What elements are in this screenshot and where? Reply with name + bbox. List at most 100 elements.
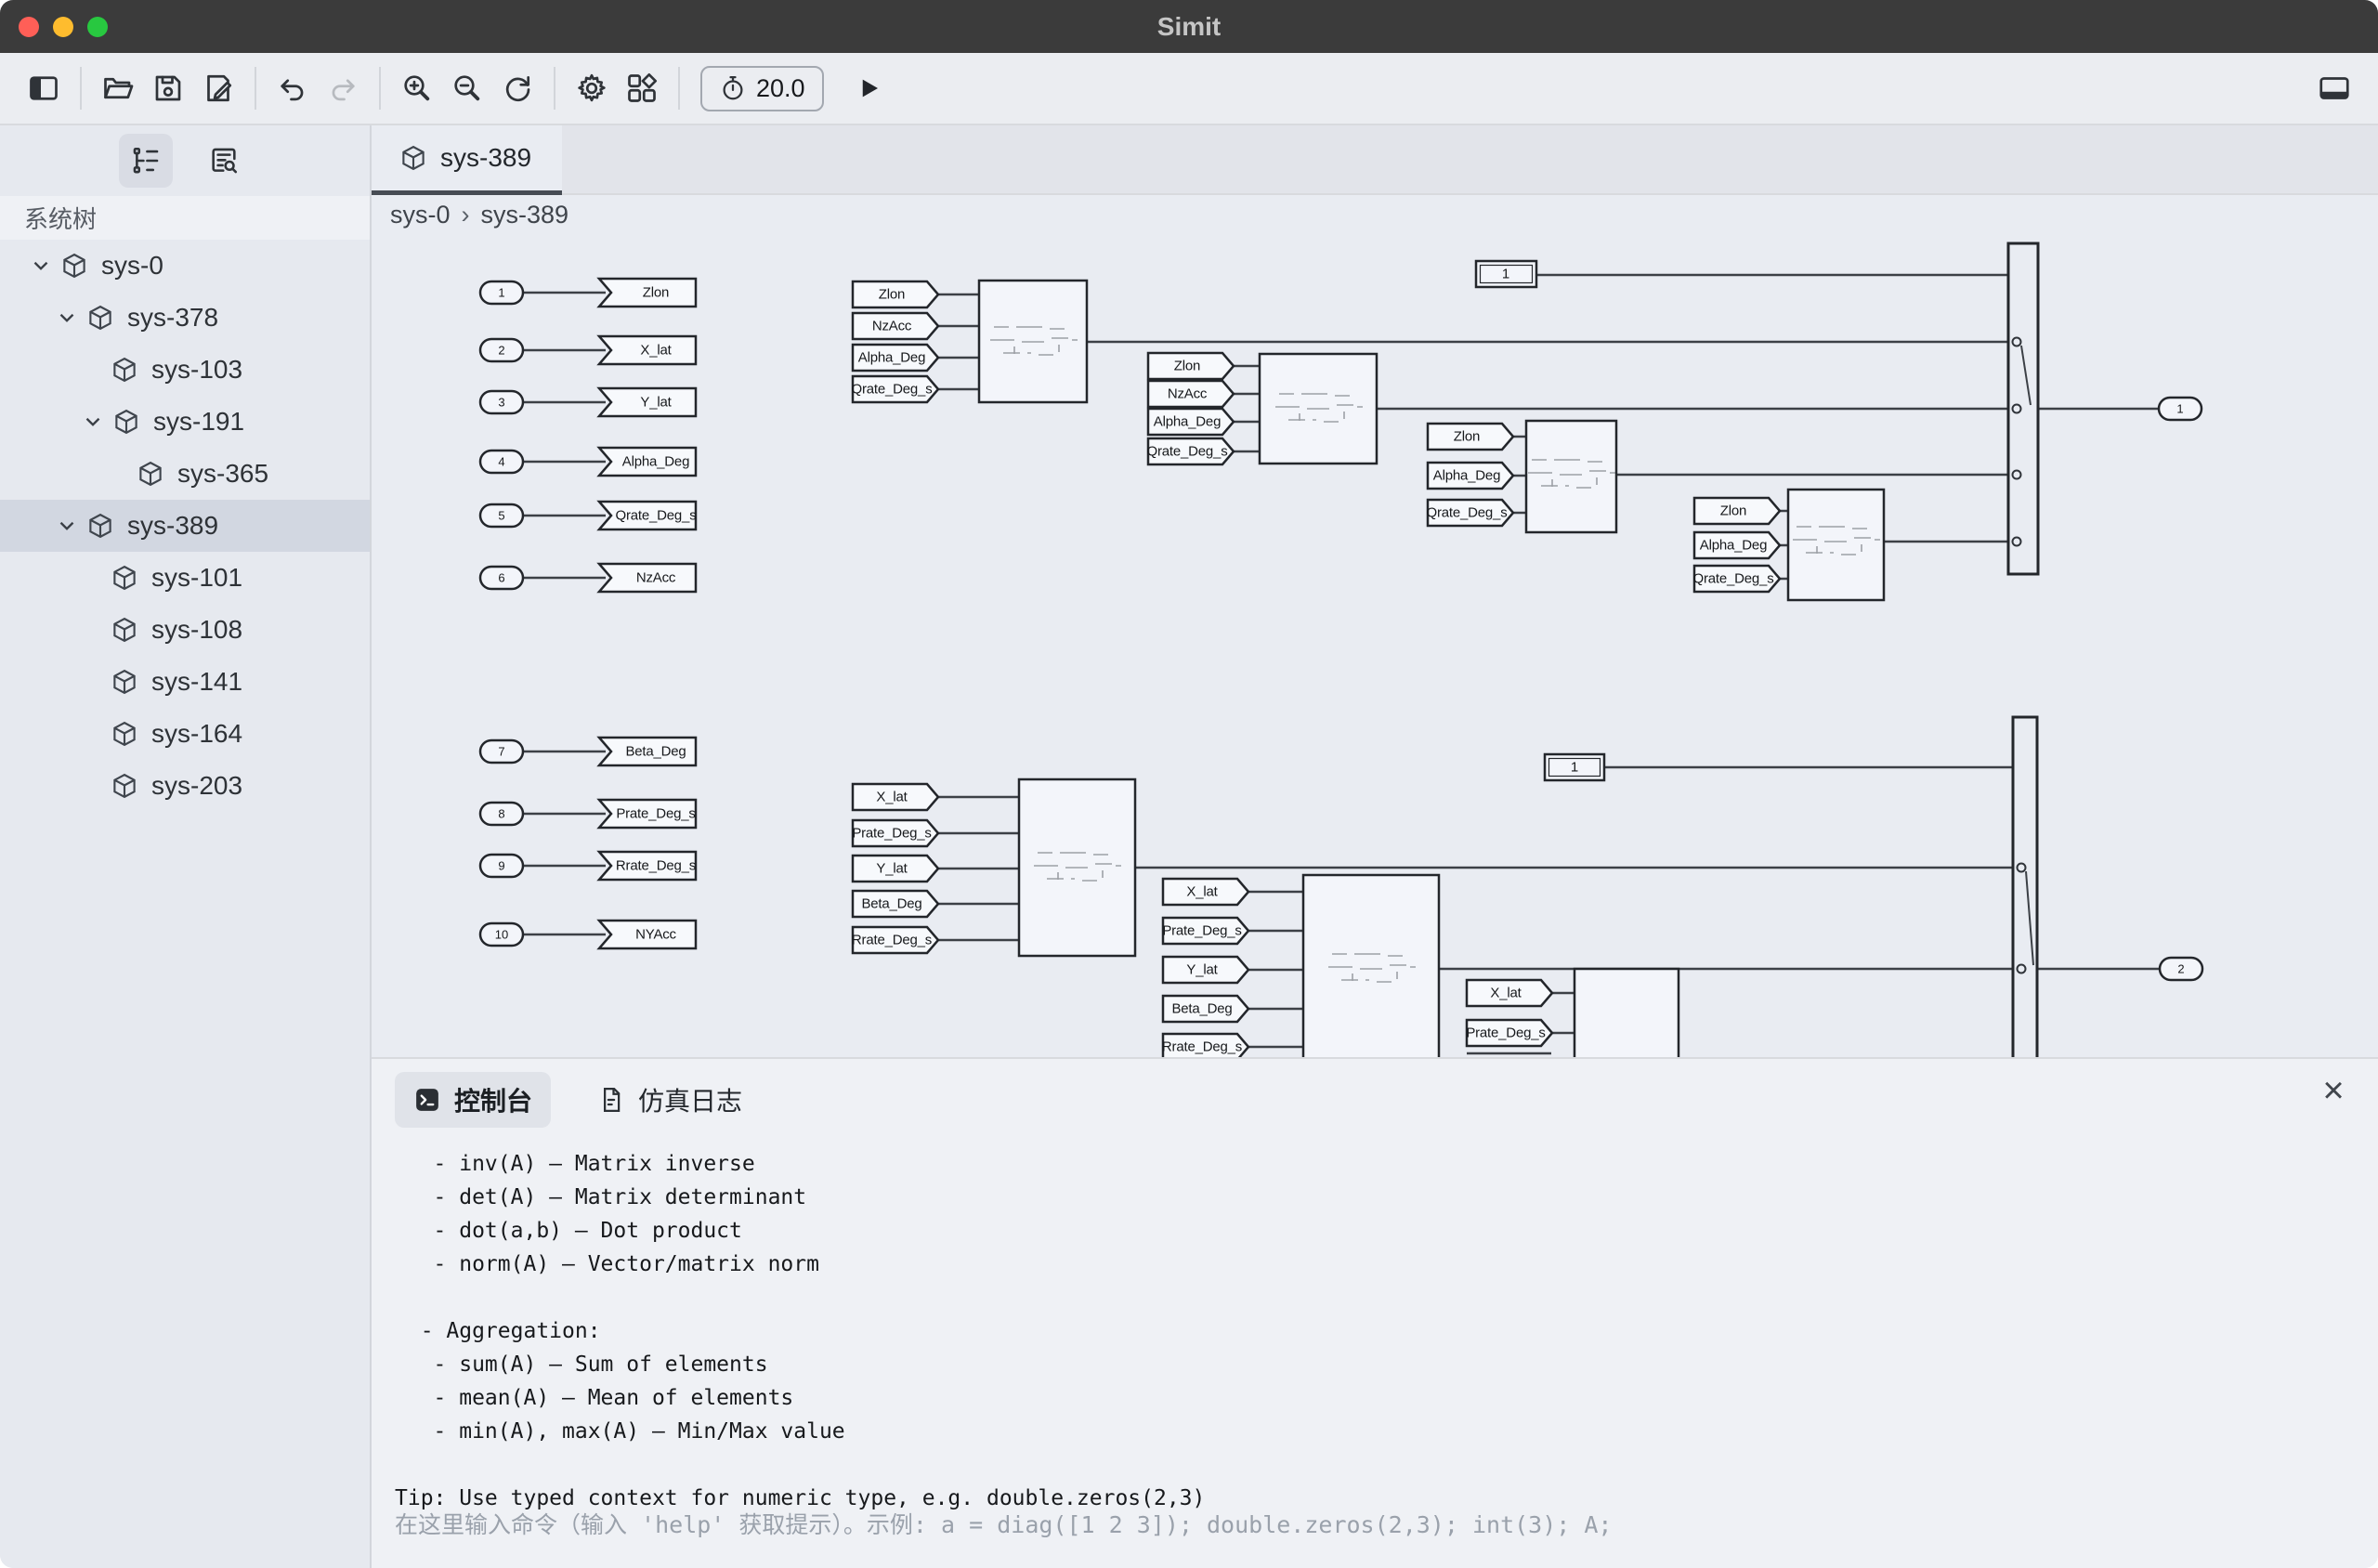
svg-text:Qrate_Deg_s: Qrate_Deg_s — [851, 382, 932, 398]
sidebar-item-sys-103[interactable]: sys-103 — [0, 344, 370, 396]
window-title: Simit — [0, 12, 2378, 42]
svg-text:1: 1 — [1502, 267, 1509, 282]
svg-text:Zlon: Zlon — [1454, 429, 1480, 445]
svg-text:Prate_Deg_s: Prate_Deg_s — [1162, 923, 1241, 939]
minimize-window-button[interactable] — [53, 17, 73, 37]
redo-button[interactable] — [318, 63, 368, 113]
zoom-out-button[interactable] — [442, 63, 492, 113]
sidebar-item-sys-108[interactable]: sys-108 — [0, 604, 370, 656]
tab-sys-389[interactable]: sys-389 — [372, 125, 562, 195]
mux-block[interactable] — [2013, 717, 2037, 1057]
svg-text:Alpha_Deg: Alpha_Deg — [858, 350, 925, 366]
console-input-placeholder: 在这里输入命令（输入 'help' 获取提示）。示例: a = diag([1 … — [395, 1511, 1612, 1538]
chevron-down-icon[interactable] — [55, 514, 79, 538]
settings-button[interactable] — [567, 63, 617, 113]
zoom-in-button[interactable] — [392, 63, 442, 113]
run-simulation-button[interactable] — [848, 68, 889, 109]
subsystem-block[interactable] — [1303, 875, 1439, 1057]
reset-view-button[interactable] — [492, 63, 542, 113]
sidebar-item-sys-378[interactable]: sys-378 — [0, 292, 370, 344]
sidebar-item-sys-101[interactable]: sys-101 — [0, 552, 370, 604]
sidebar-item-label: sys-103 — [151, 355, 242, 385]
close-window-button[interactable] — [19, 17, 39, 37]
console-output: - inv(A) — Matrix inverse - det(A) — Mat… — [395, 1147, 1205, 1515]
close-console-button[interactable]: × — [2313, 1070, 2354, 1111]
svg-text:Beta_Deg: Beta_Deg — [861, 896, 921, 912]
svg-text:4: 4 — [498, 455, 504, 469]
svg-text:5: 5 — [498, 509, 504, 523]
sidebar-item-sys-203[interactable]: sys-203 — [0, 760, 370, 812]
redo-icon — [326, 72, 359, 105]
document-icon — [597, 1086, 625, 1114]
svg-text:NzAcc: NzAcc — [872, 319, 912, 334]
save-icon — [151, 72, 185, 105]
sidebar-item-sys-389[interactable]: sys-389 — [0, 500, 370, 552]
stopwatch-icon — [719, 74, 747, 102]
zoom-window-button[interactable] — [87, 17, 108, 37]
undo-icon — [276, 72, 309, 105]
block-diagram[interactable]: 1 2 3 4 5 6 Zlon X_lat Y_lat Alpha_Deg Q… — [372, 230, 2378, 1057]
undo-button[interactable] — [268, 63, 318, 113]
sidebar-item-label: sys-141 — [151, 667, 242, 697]
chevron-down-icon[interactable] — [29, 254, 53, 278]
terminal-icon — [413, 1086, 441, 1114]
sim-time-value[interactable]: 20.0 — [756, 74, 805, 103]
chevron-down-icon[interactable] — [81, 410, 105, 434]
console-input[interactable]: 在这里输入命令（输入 'help' 获取提示）。示例: a = diag([1 … — [395, 1507, 2345, 1540]
sidebar-item-label: sys-378 — [127, 303, 218, 333]
cube-icon — [137, 460, 164, 488]
toolbar-separator — [80, 67, 82, 110]
svg-text:Qrate_Deg_s: Qrate_Deg_s — [1426, 505, 1507, 521]
toggle-panel-button[interactable] — [2309, 63, 2359, 113]
svg-text:Y_lat: Y_lat — [640, 395, 672, 411]
breadcrumb-current: sys-389 — [481, 201, 569, 229]
cube-icon — [111, 668, 138, 696]
svg-text:Qrate_Deg_s: Qrate_Deg_s — [615, 508, 696, 524]
breadcrumb-root[interactable]: sys-0 — [390, 201, 451, 229]
title-bar: Simit — [0, 0, 2378, 53]
toggle-sidebar-button[interactable] — [19, 63, 69, 113]
sidebar-item-sys-191[interactable]: sys-191 — [0, 396, 370, 448]
sidebar-item-sys-141[interactable]: sys-141 — [0, 656, 370, 708]
svg-text:NzAcc: NzAcc — [1168, 386, 1208, 402]
svg-text:Beta_Deg: Beta_Deg — [1171, 1001, 1232, 1017]
list-search-icon — [208, 145, 240, 176]
save-as-button[interactable] — [193, 63, 243, 113]
system-tree-view-button[interactable] — [119, 134, 173, 188]
gear-icon — [575, 72, 608, 105]
tab-console[interactable]: 控制台 — [395, 1072, 551, 1128]
svg-text:Zlon: Zlon — [1720, 503, 1746, 519]
cube-icon — [111, 564, 138, 592]
svg-text:6: 6 — [498, 571, 504, 585]
tab-label: sys-389 — [440, 143, 531, 173]
block-library-button[interactable] — [617, 63, 667, 113]
svg-text:1: 1 — [2176, 402, 2183, 416]
subsystem-block[interactable] — [1574, 969, 1679, 1057]
svg-text:Alpha_Deg: Alpha_Deg — [622, 454, 689, 470]
sim-time-field[interactable]: 20.0 — [700, 66, 824, 111]
sidebar-item-label: sys-108 — [151, 615, 242, 645]
svg-text:Y_lat: Y_lat — [1186, 962, 1218, 978]
svg-text:NYAcc: NYAcc — [635, 927, 676, 943]
chevron-down-icon[interactable] — [55, 306, 79, 330]
breadcrumb-separator-icon: › — [462, 201, 470, 229]
sidebar-item-sys-0[interactable]: sys-0 — [0, 240, 370, 292]
toolbar-separator — [554, 67, 555, 110]
svg-text:Qrate_Deg_s: Qrate_Deg_s — [1692, 571, 1773, 587]
sidebar-item-sys-164[interactable]: sys-164 — [0, 708, 370, 760]
subsystem-block[interactable] — [1788, 490, 1884, 600]
subsystem-block[interactable] — [1526, 421, 1616, 532]
sidebar-item-label: sys-389 — [127, 511, 218, 541]
svg-text:X_lat: X_lat — [1490, 986, 1522, 1001]
property-list-button[interactable] — [197, 134, 251, 188]
cube-icon — [86, 304, 114, 332]
canvas-area[interactable]: sys-0 › sys-389 — [372, 195, 2378, 1057]
svg-text:Zlon: Zlon — [1174, 359, 1200, 374]
open-button[interactable] — [93, 63, 143, 113]
tab-sim-log[interactable]: 仿真日志 — [579, 1072, 761, 1128]
close-icon: × — [2322, 1072, 2344, 1109]
bottom-panel-toggle-icon — [2318, 72, 2351, 105]
save-button[interactable] — [143, 63, 193, 113]
sidebar-item-sys-365[interactable]: sys-365 — [0, 448, 370, 500]
svg-text:10: 10 — [495, 928, 508, 942]
